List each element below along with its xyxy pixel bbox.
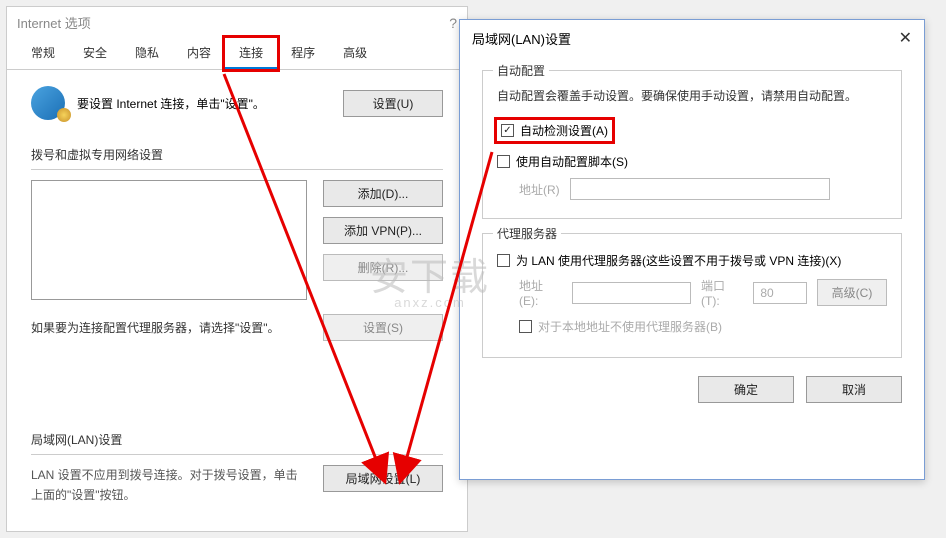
title-bar: Internet 选项 ? xyxy=(7,7,467,38)
internet-options-dialog: Internet 选项 ? 常规 安全 隐私 内容 连接 程序 高级 要设置 I… xyxy=(6,6,468,532)
proxy-row: 如果要为连接配置代理服务器，请选择"设置"。 设置(S) xyxy=(31,314,443,341)
use-proxy-checkbox[interactable] xyxy=(497,254,510,267)
tab-general[interactable]: 常规 xyxy=(17,38,69,69)
lan-title-bar: 局域网(LAN)设置 ✕ xyxy=(460,20,924,56)
proxy-addr-row: 地址(E): 端口(T): 80 高级(C) xyxy=(519,277,887,308)
tab-strip: 常规 安全 隐私 内容 连接 程序 高级 xyxy=(7,38,467,70)
section-dialup-title: 拨号和虚拟专用网络设置 xyxy=(31,146,443,163)
side-buttons: 添加(D)... 添加 VPN(P)... 删除(R)... xyxy=(323,180,443,300)
port-input[interactable]: 80 xyxy=(753,282,807,304)
dialog-buttons: 确定 取消 xyxy=(482,376,902,403)
tab-content[interactable]: 内容 xyxy=(173,38,225,69)
lan-settings-button[interactable]: 局域网设置(L) xyxy=(323,465,443,492)
use-proxy-label: 为 LAN 使用代理服务器(这些设置不用于拨号或 VPN 连接)(X) xyxy=(516,252,841,269)
auto-script-row[interactable]: 使用自动配置脚本(S) xyxy=(497,153,887,170)
auto-desc: 自动配置会覆盖手动设置。要确保使用手动设置，请禁用自动配置。 xyxy=(497,87,887,104)
dialog-title: Internet 选项 xyxy=(17,13,91,32)
cancel-button[interactable]: 取消 xyxy=(806,376,902,403)
tab-programs[interactable]: 程序 xyxy=(277,38,329,69)
intro-text: 要设置 Internet 连接，单击"设置"。 xyxy=(77,95,265,112)
tab-advanced[interactable]: 高级 xyxy=(329,38,381,69)
connections-listbox[interactable] xyxy=(31,180,307,300)
divider-lan xyxy=(31,454,443,455)
group-auto-config: 自动配置 自动配置会覆盖手动设置。要确保使用手动设置，请禁用自动配置。 自动检测… xyxy=(482,70,902,219)
use-proxy-row[interactable]: 为 LAN 使用代理服务器(这些设置不用于拨号或 VPN 连接)(X) xyxy=(497,252,887,269)
port-label: 端口(T): xyxy=(701,277,743,308)
content-area: 要设置 Internet 连接，单击"设置"。 设置(U) 拨号和虚拟专用网络设… xyxy=(7,70,467,522)
lan-desc: LAN 设置不应用到拨号连接。对于拨号设置，单击上面的"设置"按钮。 xyxy=(31,465,305,506)
bypass-label: 对于本地地址不使用代理服务器(B) xyxy=(538,318,722,335)
tab-security[interactable]: 安全 xyxy=(69,38,121,69)
proxy-address-input[interactable] xyxy=(572,282,691,304)
delete-button: 删除(R)... xyxy=(323,254,443,281)
dialup-area: 添加(D)... 添加 VPN(P)... 删除(R)... xyxy=(31,180,443,300)
group-proxy: 代理服务器 为 LAN 使用代理服务器(这些设置不用于拨号或 VPN 连接)(X… xyxy=(482,233,902,358)
bypass-row[interactable]: 对于本地地址不使用代理服务器(B) xyxy=(519,318,887,335)
auto-detect-checkbox[interactable] xyxy=(501,124,514,137)
auto-script-label: 使用自动配置脚本(S) xyxy=(516,153,628,170)
tab-connections[interactable]: 连接 xyxy=(225,38,277,69)
lan-section: 局域网(LAN)设置 LAN 设置不应用到拨号连接。对于拨号设置，单击上面的"设… xyxy=(31,431,443,506)
setup-button[interactable]: 设置(U) xyxy=(343,90,443,117)
globe-icon xyxy=(31,86,65,120)
bypass-checkbox[interactable] xyxy=(519,320,532,333)
help-icon[interactable]: ? xyxy=(449,15,457,31)
proxy-text: 如果要为连接配置代理服务器，请选择"设置"。 xyxy=(31,319,323,336)
group-proxy-title: 代理服务器 xyxy=(493,225,561,242)
auto-detect-row[interactable]: 自动检测设置(A) xyxy=(497,120,612,141)
lan-body: 自动配置 自动配置会覆盖手动设置。要确保使用手动设置，请禁用自动配置。 自动检测… xyxy=(460,56,924,415)
lan-dialog-title: 局域网(LAN)设置 xyxy=(472,29,571,48)
intro-row: 要设置 Internet 连接，单击"设置"。 设置(U) xyxy=(31,86,443,120)
add-button[interactable]: 添加(D)... xyxy=(323,180,443,207)
close-icon[interactable]: ✕ xyxy=(899,28,912,48)
divider xyxy=(31,169,443,170)
group-auto-title: 自动配置 xyxy=(493,62,549,79)
lan-settings-dialog: 局域网(LAN)设置 ✕ 自动配置 自动配置会覆盖手动设置。要确保使用手动设置，… xyxy=(459,19,925,480)
settings-button: 设置(S) xyxy=(323,314,443,341)
section-lan-title: 局域网(LAN)设置 xyxy=(31,431,443,448)
script-address-input[interactable] xyxy=(570,178,830,200)
proxy-addr-label: 地址(E): xyxy=(519,277,562,308)
ok-button[interactable]: 确定 xyxy=(698,376,794,403)
add-vpn-button[interactable]: 添加 VPN(P)... xyxy=(323,217,443,244)
tab-privacy[interactable]: 隐私 xyxy=(121,38,173,69)
auto-script-checkbox[interactable] xyxy=(497,155,510,168)
addr-label: 地址(R) xyxy=(519,181,560,198)
advanced-button: 高级(C) xyxy=(817,279,887,306)
script-addr-row: 地址(R) xyxy=(519,178,887,200)
auto-detect-label: 自动检测设置(A) xyxy=(520,122,608,139)
